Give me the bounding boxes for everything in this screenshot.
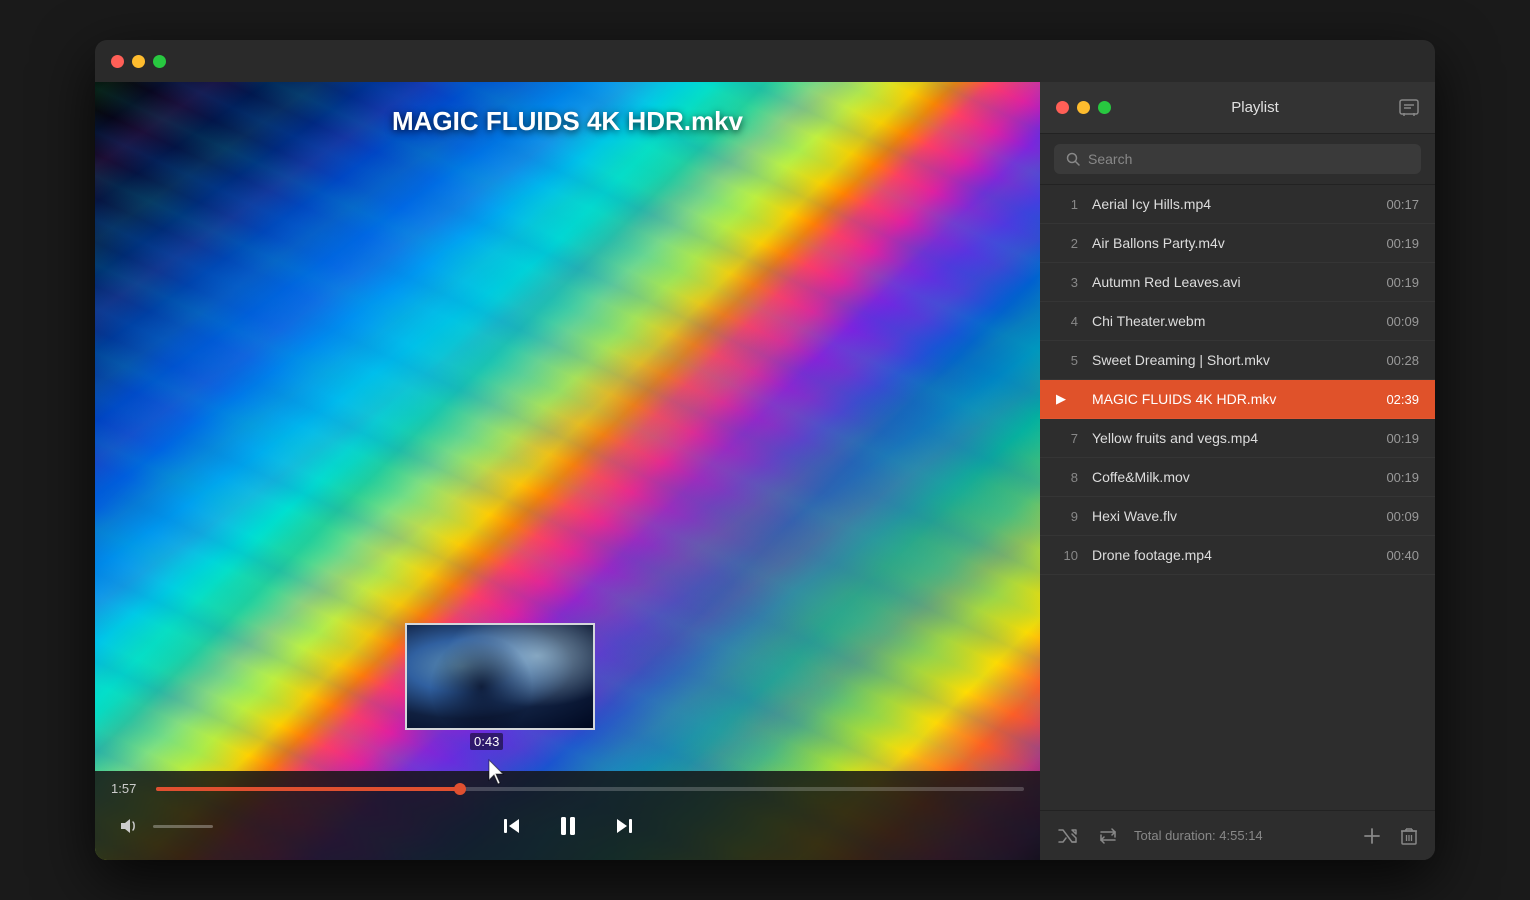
scrub-thumbnail	[405, 623, 595, 730]
volume-slider[interactable]	[153, 825, 213, 828]
item-name: Coffe&Milk.mov	[1092, 469, 1374, 485]
search-icon	[1066, 152, 1080, 166]
scrub-time-tooltip: 0:43	[470, 733, 503, 750]
progress-bar[interactable]	[156, 787, 1024, 791]
playlist-item[interactable]: 7 Yellow fruits and vegs.mp4 00:19	[1040, 419, 1435, 458]
pause-button[interactable]	[548, 806, 588, 846]
cursor-indicator	[485, 758, 509, 782]
volume-button[interactable]	[111, 808, 147, 844]
playlist-item[interactable]: 8 Coffe&Milk.mov 00:19	[1040, 458, 1435, 497]
item-name: Sweet Dreaming | Short.mkv	[1092, 352, 1374, 368]
item-number: 5	[1056, 353, 1078, 368]
item-name: Hexi Wave.flv	[1092, 508, 1374, 524]
item-duration: 00:19	[1386, 470, 1419, 485]
panel-minimize-button[interactable]	[1077, 101, 1090, 114]
progress-fill	[156, 787, 460, 791]
item-duration: 00:19	[1386, 275, 1419, 290]
app-window: MAGIC FLUIDS 4K HDR.mkv 0:43 1:57	[95, 40, 1435, 860]
playlist-title: Playlist	[1231, 99, 1279, 116]
video-background	[95, 82, 1040, 860]
previous-button[interactable]	[492, 806, 532, 846]
playback-controls	[492, 806, 644, 846]
item-duration: 00:09	[1386, 314, 1419, 329]
volume-area	[111, 808, 213, 844]
playlist-item[interactable]: 2 Air Ballons Party.m4v 00:19	[1040, 224, 1435, 263]
item-duration: 00:28	[1386, 353, 1419, 368]
playlist-item[interactable]: 9 Hexi Wave.flv 00:09	[1040, 497, 1435, 536]
total-duration: Total duration: 4:55:14	[1134, 828, 1347, 843]
playlist-items: 1 Aerial Icy Hills.mp4 00:17 2 Air Ballo…	[1040, 185, 1435, 810]
search-area	[1040, 134, 1435, 185]
main-content: MAGIC FLUIDS 4K HDR.mkv 0:43 1:57	[95, 82, 1435, 860]
item-number: 1	[1056, 197, 1078, 212]
video-area[interactable]: MAGIC FLUIDS 4K HDR.mkv 0:43 1:57	[95, 82, 1040, 860]
playlist-item[interactable]: 3 Autumn Red Leaves.avi 00:19	[1040, 263, 1435, 302]
minimize-button[interactable]	[132, 55, 145, 68]
item-duration: 02:39	[1386, 392, 1419, 407]
playlist-item[interactable]: ▶ MAGIC FLUIDS 4K HDR.mkv 02:39	[1040, 380, 1435, 419]
chat-icon[interactable]	[1399, 99, 1419, 117]
playlist-item[interactable]: 1 Aerial Icy Hills.mp4 00:17	[1040, 185, 1435, 224]
title-bar	[95, 40, 1435, 82]
playlist-item[interactable]: 10 Drone footage.mp4 00:40	[1040, 536, 1435, 575]
item-number: 7	[1056, 431, 1078, 446]
video-title: MAGIC FLUIDS 4K HDR.mkv	[95, 106, 1040, 137]
current-time: 1:57	[111, 781, 146, 796]
window-controls	[111, 55, 166, 68]
item-number: 9	[1056, 509, 1078, 524]
item-name: Autumn Red Leaves.avi	[1092, 274, 1374, 290]
playlist-item[interactable]: 5 Sweet Dreaming | Short.mkv 00:28	[1040, 341, 1435, 380]
item-name: Aerial Icy Hills.mp4	[1092, 196, 1374, 212]
next-button[interactable]	[604, 806, 644, 846]
item-number: 3	[1056, 275, 1078, 290]
search-box[interactable]	[1054, 144, 1421, 174]
item-duration: 00:09	[1386, 509, 1419, 524]
item-number: 8	[1056, 470, 1078, 485]
item-number: 2	[1056, 236, 1078, 251]
item-name: MAGIC FLUIDS 4K HDR.mkv	[1092, 391, 1374, 407]
shuffle-button[interactable]	[1054, 824, 1082, 848]
repeat-button[interactable]	[1094, 824, 1122, 848]
playlist-panel: Playlist	[1040, 82, 1435, 860]
item-name: Air Ballons Party.m4v	[1092, 235, 1374, 251]
delete-button[interactable]	[1397, 823, 1421, 849]
item-number: 10	[1056, 548, 1078, 563]
maximize-button[interactable]	[153, 55, 166, 68]
panel-close-button[interactable]	[1056, 101, 1069, 114]
close-button[interactable]	[111, 55, 124, 68]
search-input[interactable]	[1088, 151, 1409, 167]
item-number: 4	[1056, 314, 1078, 329]
item-name: Drone footage.mp4	[1092, 547, 1374, 563]
playlist-footer: Total duration: 4:55:14	[1040, 810, 1435, 860]
item-name: Chi Theater.webm	[1092, 313, 1374, 329]
thumbnail-image	[407, 625, 593, 728]
play-icon: ▶	[1056, 391, 1078, 407]
panel-maximize-button[interactable]	[1098, 101, 1111, 114]
add-button[interactable]	[1359, 823, 1385, 849]
item-name: Yellow fruits and vegs.mp4	[1092, 430, 1374, 446]
controls-row	[111, 806, 1024, 846]
item-duration: 00:19	[1386, 236, 1419, 251]
playlist-header: Playlist	[1040, 82, 1435, 134]
playlist-item[interactable]: 4 Chi Theater.webm 00:09	[1040, 302, 1435, 341]
item-duration: 00:19	[1386, 431, 1419, 446]
controls-bar: 1:57	[95, 771, 1040, 860]
item-duration: 00:40	[1386, 548, 1419, 563]
progress-area: 1:57	[111, 781, 1024, 796]
item-duration: 00:17	[1386, 197, 1419, 212]
